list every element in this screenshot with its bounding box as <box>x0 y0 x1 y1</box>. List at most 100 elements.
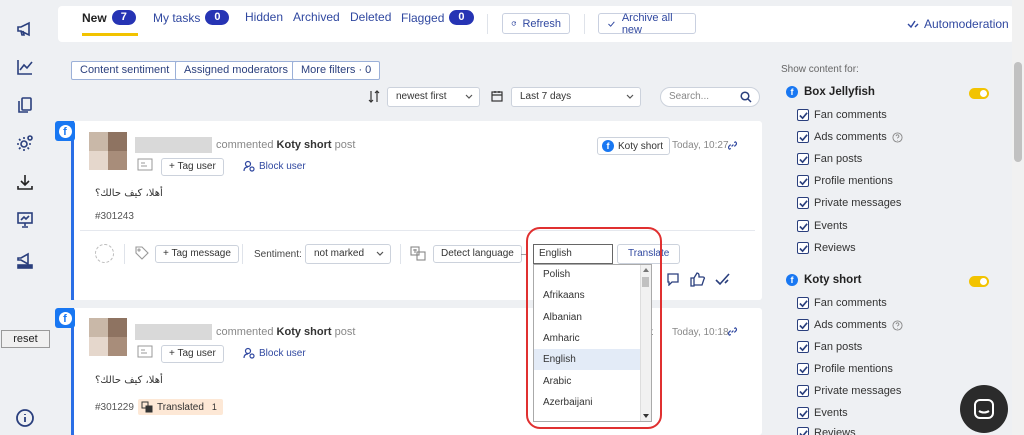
new-ads-icon[interactable] <box>14 248 36 270</box>
block-user-link[interactable]: Block user <box>243 160 306 172</box>
help-question-icon[interactable] <box>892 131 903 143</box>
id-card-icon <box>137 345 153 358</box>
post-page-name[interactable]: Koty short <box>277 326 332 338</box>
archive-all-new-button[interactable]: Archive all new <box>598 12 696 36</box>
sort-select[interactable]: newest first <box>387 87 480 107</box>
option-fan-posts[interactable]: Fan posts <box>797 341 862 353</box>
tab-new[interactable]: New 7 <box>82 10 136 25</box>
checkbox-checked-icon <box>797 363 809 375</box>
tab-my-tasks[interactable]: My tasks 0 <box>153 10 230 25</box>
detect-language-button[interactable]: Detect language <box>433 245 522 263</box>
show-content-title: Show content for: <box>781 64 859 75</box>
option-reviews[interactable]: Reviews <box>797 427 856 435</box>
chat-launcher-button[interactable] <box>960 385 1008 433</box>
option-private-messages[interactable]: Private messages <box>797 197 901 209</box>
sentiment-select-value: not marked <box>314 248 365 259</box>
post-text: أهلا، كيف حالك؟ <box>95 375 163 386</box>
option-profile-mentions[interactable]: Profile mentions <box>797 175 893 187</box>
settings-gear-icon[interactable] <box>14 132 36 154</box>
tab-flagged[interactable]: Flagged 0 <box>401 10 474 25</box>
like-icon[interactable] <box>690 272 706 287</box>
checkbox-checked-icon <box>797 297 809 309</box>
block-user-label: Block user <box>259 347 306 359</box>
page-tag-label: Koty short <box>618 140 664 152</box>
sort-select-value: newest first <box>396 91 447 102</box>
option-reviews[interactable]: Reviews <box>797 242 856 254</box>
analytics-chart-icon[interactable] <box>14 56 36 78</box>
tab-deleted[interactable]: Deleted <box>350 10 391 24</box>
download-icon[interactable] <box>14 171 36 193</box>
option-profile-mentions[interactable]: Profile mentions <box>797 363 893 375</box>
sentiment-label: Sentiment: <box>254 249 302 260</box>
assigned-moderators-filter[interactable]: Assigned moderators <box>175 61 297 80</box>
divider <box>124 244 125 264</box>
tab-my-tasks-label: My tasks <box>153 10 201 25</box>
option-events[interactable]: Events <box>797 220 848 232</box>
option-label: Reviews <box>814 242 856 254</box>
link-icon[interactable] <box>727 326 738 337</box>
block-user-link[interactable]: Block user <box>243 347 306 359</box>
refresh-button[interactable]: Refresh <box>502 13 570 34</box>
translated-label: Translated <box>157 401 204 413</box>
tag-message-button[interactable]: + Tag message <box>155 245 239 263</box>
assign-moderator-placeholder[interactable] <box>95 244 114 263</box>
calendar-icon[interactable] <box>491 90 503 102</box>
page-toggle[interactable] <box>969 88 989 99</box>
mark-done-check-icon[interactable] <box>715 272 730 287</box>
translated-badge[interactable]: Translated 1 <box>138 399 223 415</box>
content-sentiment-filter[interactable]: Content sentiment <box>71 61 179 80</box>
option-private-messages[interactable]: Private messages <box>797 385 901 397</box>
sentiment-select[interactable]: not marked <box>305 244 391 264</box>
option-events[interactable]: Events <box>797 407 848 419</box>
search-input[interactable]: Search... <box>660 87 760 107</box>
option-label: Ads comments <box>814 131 887 143</box>
option-label: Private messages <box>814 385 902 397</box>
refresh-label: Refresh <box>522 17 561 30</box>
post-page-name[interactable]: Koty short <box>277 139 332 151</box>
check-circle-icon <box>608 20 615 27</box>
reply-comment-icon[interactable] <box>666 272 680 286</box>
post-timestamp: Today, 10:27 <box>672 140 729 151</box>
post-accent-bar <box>71 121 74 300</box>
reset-button[interactable]: reset <box>1 330 50 348</box>
tab-new-count: 7 <box>111 10 136 25</box>
post-headline: commented Koty short post <box>216 326 355 338</box>
option-ads-comments[interactable]: Ads comments <box>797 131 903 143</box>
option-fan-comments[interactable]: Fan comments <box>797 109 887 121</box>
option-label: Events <box>814 407 848 419</box>
tag-user-button[interactable]: + Tag user <box>161 345 224 363</box>
divider <box>487 14 488 34</box>
facebook-icon: f <box>786 274 798 286</box>
date-range-value: Last 7 days <box>520 91 572 102</box>
option-ads-comments[interactable]: Ads comments <box>797 319 903 331</box>
copy-documents-icon[interactable] <box>14 94 36 116</box>
option-label: Fan posts <box>814 153 863 165</box>
chevron-down-icon <box>376 251 384 256</box>
option-label: Ads comments <box>814 319 887 331</box>
help-question-icon[interactable] <box>892 319 903 331</box>
megaphone-icon[interactable] <box>14 18 36 40</box>
page-toggle[interactable] <box>969 276 989 287</box>
info-icon[interactable] <box>14 407 36 429</box>
presentation-icon[interactable] <box>14 209 36 231</box>
more-filters-button[interactable]: More filters · 0 <box>292 61 381 80</box>
automoderation-link[interactable]: Automoderation <box>907 17 1009 31</box>
search-placeholder: Search... <box>669 91 710 102</box>
tab-archived[interactable]: Archived <box>293 10 340 24</box>
checkbox-checked-icon <box>797 220 809 232</box>
date-range-select[interactable]: Last 7 days <box>511 87 641 107</box>
tab-hidden[interactable]: Hidden <box>245 10 283 24</box>
page-scroll-thumb[interactable] <box>1014 62 1022 162</box>
checkbox-checked-icon <box>797 109 809 121</box>
option-fan-posts[interactable]: Fan posts <box>797 153 862 165</box>
automoderation-icon <box>907 20 919 29</box>
sort-icon[interactable] <box>368 90 380 103</box>
tab-flagged-count: 0 <box>449 10 474 25</box>
facebook-icon: f <box>786 86 798 98</box>
link-icon[interactable] <box>727 140 738 151</box>
active-tab-indicator <box>82 33 138 36</box>
tag-user-button[interactable]: + Tag user <box>161 158 224 176</box>
option-fan-comments[interactable]: Fan comments <box>797 297 887 309</box>
translate-icon <box>141 401 153 413</box>
checkbox-checked-icon <box>797 175 809 187</box>
